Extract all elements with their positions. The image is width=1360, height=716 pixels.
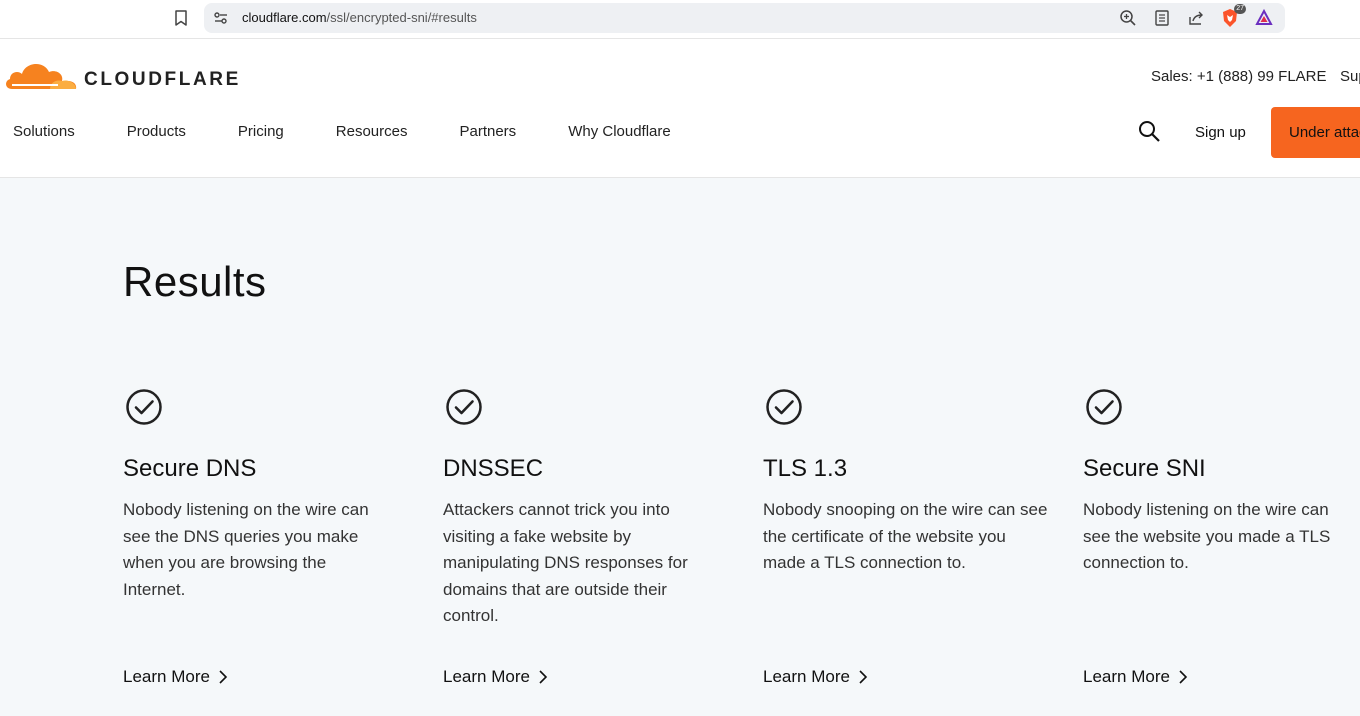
chevron-right-icon bbox=[539, 670, 548, 684]
card-description: Attackers cannot trick you into visiting… bbox=[443, 500, 688, 625]
learn-more-label: Learn More bbox=[763, 667, 850, 686]
browser-toolbar: cloudflare.com/ssl/encrypted-sni/#result… bbox=[0, 0, 1360, 39]
result-card-tls13: TLS 1.3 Nobody snooping on the wire can … bbox=[763, 388, 1048, 577]
reader-mode-icon[interactable] bbox=[1151, 7, 1173, 29]
cloudflare-logo[interactable]: CLOUDFLARE bbox=[4, 57, 241, 91]
result-card-secure-dns: Secure DNS Nobody listening on the wire … bbox=[123, 388, 408, 603]
address-bar[interactable]: cloudflare.com/ssl/encrypted-sni/#result… bbox=[204, 3, 1285, 33]
check-circle-icon bbox=[126, 389, 162, 425]
nav-pricing[interactable]: Pricing bbox=[238, 123, 284, 140]
under-attack-button[interactable]: Under attack? bbox=[1271, 107, 1360, 158]
card-title: Secure SNI bbox=[1083, 455, 1206, 482]
main-nav: Solutions Products Pricing Resources Par… bbox=[13, 123, 723, 140]
site-settings-icon[interactable] bbox=[212, 9, 230, 27]
learn-more-tls13[interactable]: Learn More bbox=[763, 667, 868, 687]
nav-resources[interactable]: Resources bbox=[336, 123, 408, 140]
learn-more-secure-dns[interactable]: Learn More bbox=[123, 667, 228, 687]
chevron-right-icon bbox=[1179, 670, 1188, 684]
results-section: Results Secure DNS Nobody listening on t… bbox=[0, 178, 1360, 716]
card-title: TLS 1.3 bbox=[763, 455, 848, 482]
results-heading: Results bbox=[123, 258, 267, 305]
share-icon[interactable] bbox=[1185, 7, 1207, 29]
chevron-right-icon bbox=[859, 670, 868, 684]
under-attack-label: Under attack? bbox=[1289, 124, 1360, 141]
learn-more-label: Learn More bbox=[1083, 667, 1170, 686]
bookmark-icon[interactable] bbox=[172, 9, 190, 27]
sign-up-link[interactable]: Sign up bbox=[1195, 124, 1246, 141]
support-link[interactable]: Sup bbox=[1340, 68, 1360, 85]
check-circle-icon bbox=[766, 389, 802, 425]
nav-partners[interactable]: Partners bbox=[459, 123, 516, 140]
cloudflare-cloud-icon bbox=[6, 63, 77, 89]
card-title: Secure DNS bbox=[123, 455, 257, 482]
url-path: /ssl/encrypted-sni/#results bbox=[326, 10, 477, 25]
check-circle-icon bbox=[1086, 389, 1122, 425]
learn-more-secure-sni[interactable]: Learn More bbox=[1083, 667, 1188, 687]
zoom-icon[interactable] bbox=[1117, 7, 1139, 29]
brave-rewards-icon[interactable] bbox=[1253, 7, 1275, 29]
nav-solutions[interactable]: Solutions bbox=[13, 123, 75, 140]
card-description: Nobody listening on the wire can see the… bbox=[123, 500, 369, 599]
site-header: CLOUDFLARE Sales: +1 (888) 99 FLARE Sup … bbox=[0, 39, 1360, 178]
shields-count-badge: 27 bbox=[1234, 4, 1246, 14]
nav-products[interactable]: Products bbox=[127, 123, 186, 140]
learn-more-label: Learn More bbox=[123, 667, 210, 686]
brave-shields-icon[interactable]: 27 bbox=[1219, 4, 1246, 29]
sales-phone[interactable]: Sales: +1 (888) 99 FLARE bbox=[1151, 68, 1327, 85]
check-circle-icon bbox=[446, 389, 482, 425]
learn-more-dnssec[interactable]: Learn More bbox=[443, 667, 548, 687]
url-host: cloudflare.com bbox=[242, 10, 327, 25]
card-title: DNSSEC bbox=[443, 455, 544, 482]
result-card-dnssec: DNSSEC Attackers cannot trick you into v… bbox=[443, 388, 728, 630]
logo-wordmark: CLOUDFLARE bbox=[84, 69, 241, 90]
nav-why-cloudflare[interactable]: Why Cloudflare bbox=[568, 123, 671, 140]
url-text: cloudflare.com/ssl/encrypted-sni/#result… bbox=[242, 10, 477, 25]
learn-more-label: Learn More bbox=[443, 667, 530, 686]
card-description: Nobody snooping on the wire can see the … bbox=[763, 500, 1048, 572]
search-icon[interactable] bbox=[1137, 119, 1161, 143]
card-description: Nobody listening on the wire can see the… bbox=[1083, 500, 1331, 572]
result-card-secure-sni: Secure SNI Nobody listening on the wire … bbox=[1083, 388, 1353, 577]
chevron-right-icon bbox=[219, 670, 228, 684]
